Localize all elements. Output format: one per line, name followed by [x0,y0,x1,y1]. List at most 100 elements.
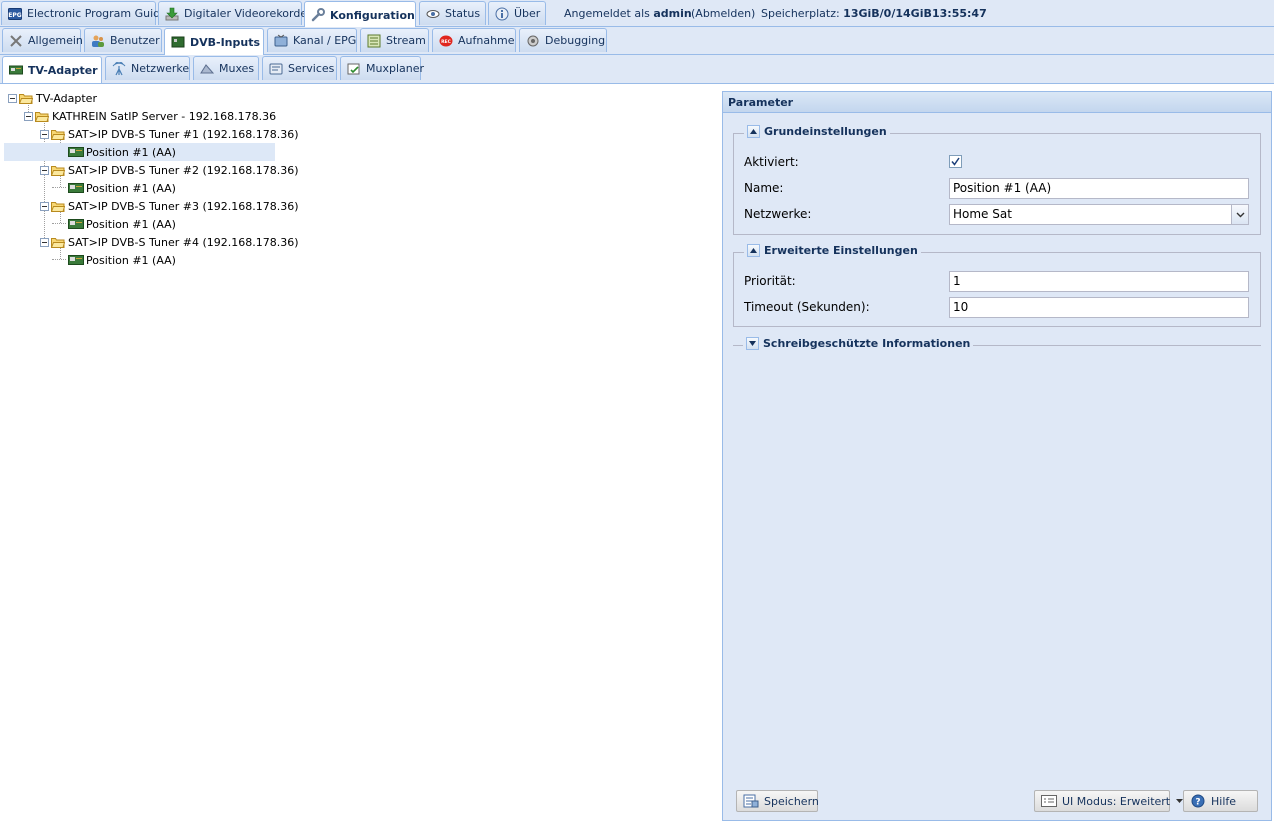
tree-node-label: Position #1 (AA) [86,145,176,159]
tab-debugging[interactable]: Debugging [519,28,607,52]
folder-open-icon [19,93,33,104]
collapse-icon[interactable] [24,111,33,121]
epg-icon: EPG [8,7,22,21]
tab-general[interactable]: Allgemein [2,28,83,52]
tab-dvb-inputs[interactable]: DVB-Inputs [164,28,264,55]
networks-label: Netzwerke: [744,207,812,221]
name-field[interactable]: Position #1 (AA) [949,178,1249,199]
collapse-icon[interactable] [40,165,49,175]
dvb-tab-bar: TV-Adapter Netzwerke Muxes Services Muxp… [0,55,1274,84]
fieldset-legend: Schreibgeschützte Informationen [743,337,974,350]
login-info: Angemeldet als admin [564,0,692,26]
list-icon [1041,794,1057,808]
tab-muxes[interactable]: Muxes [193,56,259,80]
tab-label: Benutzer [110,34,160,47]
fieldset-readonly: Schreibgeschützte Informationen [733,337,1261,350]
tree-position[interactable]: Position #1 (AA) [68,251,176,269]
tree-root[interactable]: TV-Adapter [8,89,97,107]
config-tab-bar: Allgemein Benutzer DVB-Inputs Kanal / EP… [0,27,1274,55]
legend-label: Erweiterte Einstellungen [764,244,918,257]
chevron-down-icon[interactable] [1231,205,1248,224]
priority-field[interactable]: 1 [949,271,1249,292]
tree-node-label: Position #1 (AA) [86,253,176,267]
networks-combo[interactable]: Home Sat [949,204,1249,225]
tree-node-label: SAT>IP DVB-S Tuner #4 (192.168.178.36) [68,235,299,249]
tab-label: Netzwerke [131,62,190,75]
bug-icon [526,34,540,48]
tree-tuner[interactable]: SAT>IP DVB-S Tuner #1 (192.168.178.36) [40,125,299,143]
tab-label: Muxplaner [366,62,425,75]
main-tab-bar: EPG Electronic Program Guide Digitaler V… [0,0,1274,28]
timeout-label: Timeout (Sekunden): [744,300,870,314]
tab-label: Aufnahme [458,34,515,47]
tab-label: Services [288,62,335,75]
tree-position-selected[interactable]: Position #1 (AA) [4,143,275,161]
help-button[interactable]: ? Hilfe [1183,790,1258,812]
collapse-icon[interactable] [40,129,49,139]
tab-label: Digitaler Videorekorder [184,7,312,20]
checkmark-icon [951,157,960,166]
collapse-toggle-icon[interactable] [747,125,760,138]
priority-label: Priorität: [744,274,796,288]
tree-position[interactable]: Position #1 (AA) [68,179,176,197]
tab-networks[interactable]: Netzwerke [105,56,190,80]
expand-toggle-icon[interactable] [746,337,759,350]
collapse-icon[interactable] [8,93,17,103]
tree-tuner[interactable]: SAT>IP DVB-S Tuner #3 (192.168.178.36) [40,197,299,215]
tab-label: Allgemein [28,34,83,47]
ui-mode-button[interactable]: UI Modus: Erweitert [1034,790,1184,812]
tree-tuner[interactable]: SAT>IP DVB-S Tuner #2 (192.168.178.36) [40,161,299,179]
name-label: Name: [744,181,784,195]
stream-icon [367,34,381,48]
tab-tv-adapter[interactable]: TV-Adapter [2,56,102,83]
tree-server[interactable]: KATHREIN SatIP Server - 192.168.178.36 [24,107,276,125]
tv-icon [274,34,288,48]
storage-label: Speicherplatz: [761,6,840,20]
adapter-tree: TV-Adapter KATHREIN SatIP Server - 192.1… [0,85,720,821]
enabled-label: Aktiviert: [744,155,799,169]
tab-services[interactable]: Services [262,56,337,80]
tab-channel-epg[interactable]: Kanal / EPG [267,28,357,52]
scheduler-icon [347,62,361,76]
tab-recording[interactable]: REC Aufnahme [432,28,516,52]
collapse-icon[interactable] [40,201,49,211]
tab-label: Über [514,7,541,20]
antenna-icon [112,61,126,76]
tree-tuner[interactable]: SAT>IP DVB-S Tuner #4 (192.168.178.36) [40,233,299,251]
tab-stream[interactable]: Stream [360,28,429,52]
collapse-toggle-icon[interactable] [747,244,760,257]
tab-epg[interactable]: EPG Electronic Program Guide [1,1,167,25]
enabled-checkbox[interactable] [949,155,962,168]
tree-position[interactable]: Position #1 (AA) [68,215,176,233]
tv-adapter-icon [68,219,84,229]
muxes-icon [200,62,214,76]
tab-muxplaner[interactable]: Muxplaner [340,56,425,80]
tab-status[interactable]: Status [419,1,486,25]
download-icon [165,7,179,21]
tab-users[interactable]: Benutzer [84,28,162,52]
fieldset-basic: Grundeinstellungen Aktiviert: Name: Posi… [733,125,1261,235]
tab-dvr[interactable]: Digitaler Videorekorder [158,1,312,25]
services-icon [269,62,283,76]
tree-node-label: Position #1 (AA) [86,181,176,195]
tab-label: Electronic Program Guide [27,7,167,20]
tv-adapter-icon [9,63,23,77]
tab-about[interactable]: Über [488,1,546,25]
folder-open-icon [35,111,49,122]
folder-open-icon [51,201,65,212]
save-button[interactable]: Speichern [736,790,819,812]
storage-info: Speicherplatz: 13GiB/0/14GiB [761,0,932,26]
tv-adapter-icon [68,147,84,157]
tree-node-label: TV-Adapter [36,91,97,105]
tab-configuration[interactable]: Konfiguration [304,1,416,28]
collapse-icon[interactable] [40,237,49,247]
timeout-field[interactable]: 10 [949,297,1249,318]
svg-text:EPG: EPG [8,12,21,19]
help-icon: ? [1190,794,1206,808]
tree-node-label: SAT>IP DVB-S Tuner #2 (192.168.178.36) [68,163,299,177]
folder-open-icon [51,165,65,176]
logout-link[interactable]: (Abmelden) [691,0,755,26]
svg-text:?: ? [1195,798,1200,808]
networks-value: Home Sat [953,207,1012,221]
button-label: UI Modus: Erweitert [1062,794,1171,808]
